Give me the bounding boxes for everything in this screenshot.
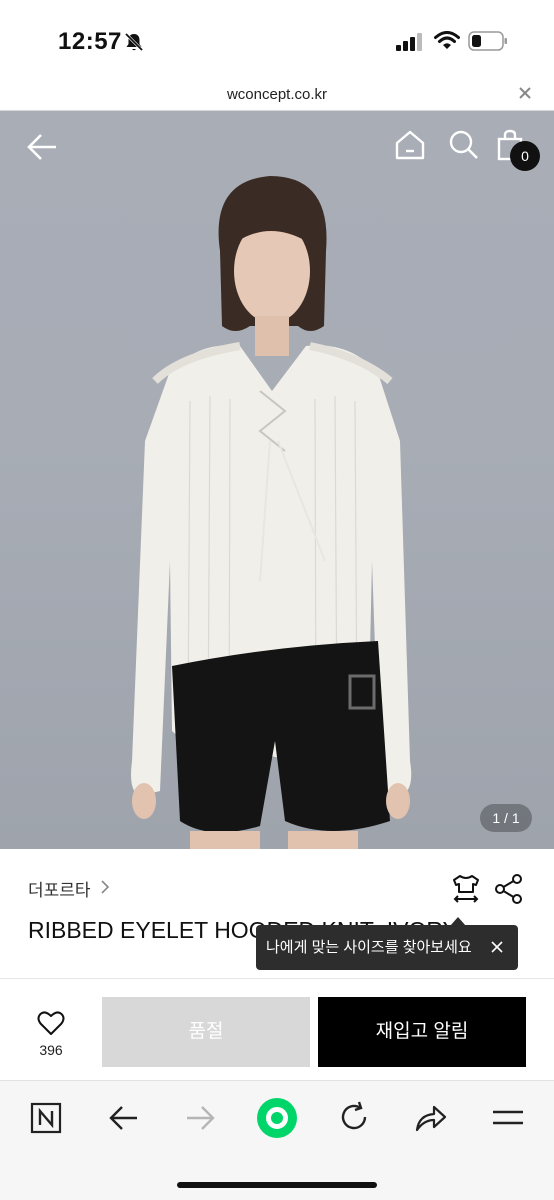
browser-toolbar (0, 1080, 554, 1200)
heart-icon[interactable] (37, 1010, 65, 1036)
divider (0, 978, 554, 979)
home-indicator (177, 1182, 377, 1188)
naver-n-icon[interactable] (30, 1102, 62, 1134)
url-bar[interactable]: wconcept.co.kr (0, 80, 554, 111)
status-bar: 12:57 (0, 0, 554, 80)
size-tooltip: 나에게 맞는 사이즈를 찾아보세요 (256, 925, 518, 970)
search-icon[interactable] (448, 129, 480, 161)
close-icon[interactable] (516, 84, 534, 102)
tooltip-text: 나에게 맞는 사이즈를 찾아보세요 (266, 939, 472, 956)
status-time: 12:57 (58, 28, 122, 55)
like-count: 396 (39, 1042, 63, 1058)
cart-count-badge[interactable]: 0 (510, 141, 540, 171)
restock-alert-button[interactable]: 재입고 알림 (318, 997, 526, 1067)
wifi-icon (434, 31, 460, 49)
like-button[interactable]: 396 (26, 1010, 76, 1060)
product-photo (131, 176, 412, 849)
chevron-right-icon (101, 880, 110, 894)
menu-icon[interactable] (492, 1105, 524, 1131)
bell-off-icon (124, 32, 144, 52)
brand-link[interactable]: 더포르타 (28, 876, 110, 900)
share-icon[interactable] (494, 873, 524, 905)
browser-share-icon[interactable] (414, 1103, 448, 1133)
home-icon[interactable] (394, 129, 426, 161)
green-home-icon[interactable] (256, 1097, 298, 1139)
url-text[interactable]: wconcept.co.kr (0, 86, 554, 103)
product-image-gallery[interactable]: 0 1 / 1 (0, 111, 554, 849)
sold-out-button: 품절 (102, 997, 310, 1067)
brand-name[interactable]: 더포르타 (28, 881, 91, 900)
gallery-page-indicator: 1 / 1 (480, 804, 532, 832)
browser-back-icon[interactable] (108, 1103, 140, 1133)
close-icon[interactable] (490, 940, 504, 954)
back-arrow-icon[interactable] (24, 131, 60, 163)
cell-signal-icon (396, 33, 422, 51)
browser-forward-icon[interactable] (184, 1103, 216, 1133)
reload-icon[interactable] (338, 1101, 370, 1133)
battery-icon (468, 31, 507, 51)
size-guide-icon[interactable] (450, 873, 482, 905)
